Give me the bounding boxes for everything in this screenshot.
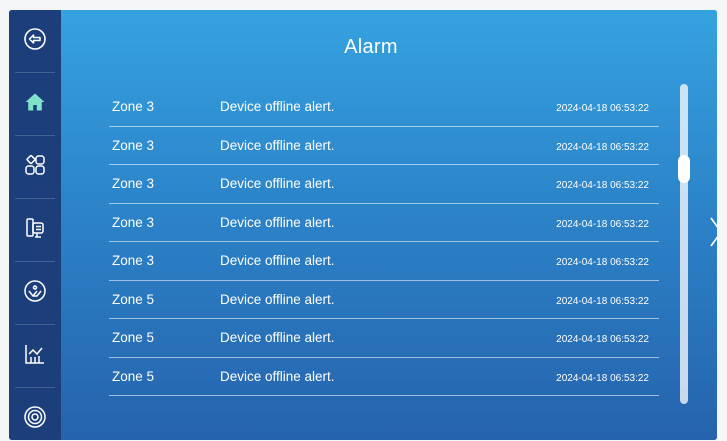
alarm-row[interactable]: Zone 3 Device offline alert. 2024-04-18 … <box>109 88 659 127</box>
sidebar-item-back[interactable] <box>9 10 61 72</box>
sidebar-item-settings[interactable] <box>9 388 61 440</box>
alarm-zone: Zone 3 <box>112 176 155 191</box>
alarm-zone: Zone 5 <box>112 291 155 307</box>
alarm-row[interactable]: Zone 3 Device offline alert. 2024-04-18 … <box>109 204 659 242</box>
back-icon <box>23 27 47 56</box>
alarm-message: Device offline alert. <box>220 99 335 114</box>
alarm-row[interactable]: Zone 3 Device offline alert. 2024-04-18 … <box>109 165 659 204</box>
scrollbar-track[interactable] <box>680 84 688 404</box>
alarm-zone: Zone 3 <box>112 214 155 230</box>
main-panel: Alarm Zone 3 Device offline alert. 2024-… <box>61 10 717 440</box>
alarm-zone: Zone 5 <box>112 368 155 384</box>
chevron-right-icon <box>708 217 717 253</box>
alarm-message: Device offline alert. <box>220 291 335 307</box>
alarm-message: Device offline alert. <box>220 214 335 230</box>
alarm-zone: Zone 3 <box>112 137 155 153</box>
app-window: Alarm Zone 3 Device offline alert. 2024-… <box>9 10 717 440</box>
apps-icon <box>23 153 47 182</box>
alarm-time: 2024-04-18 06:53:22 <box>556 334 649 345</box>
scrollbar-thumb[interactable] <box>678 155 690 183</box>
alarm-time: 2024-04-18 06:53:22 <box>556 372 649 384</box>
alarm-row[interactable]: Zone 3 Device offline alert. 2024-04-18 … <box>109 242 659 281</box>
alarm-message: Device offline alert. <box>220 330 335 345</box>
alarm-message: Device offline alert. <box>220 176 335 191</box>
alarm-zone: Zone 5 <box>112 330 155 345</box>
alarm-time: 2024-04-18 06:53:22 <box>556 295 649 307</box>
alarm-message: Device offline alert. <box>220 253 335 268</box>
sidebar-item-face[interactable] <box>9 262 61 324</box>
sidebar-item-apps[interactable] <box>9 136 61 198</box>
page-title: Alarm <box>344 36 398 58</box>
chart-icon <box>23 342 47 371</box>
alarm-list: Zone 3 Device offline alert. 2024-04-18 … <box>109 88 659 396</box>
alarm-zone: Zone 3 <box>112 99 155 114</box>
alarm-time: 2024-04-18 06:53:22 <box>556 257 649 268</box>
alarm-row[interactable]: Zone 5 Device offline alert. 2024-04-18 … <box>109 319 659 358</box>
alarm-time: 2024-04-18 06:53:22 <box>556 103 649 114</box>
alarm-message: Device offline alert. <box>220 368 335 384</box>
face-icon <box>23 279 47 308</box>
alarm-time: 2024-04-18 06:53:22 <box>556 141 649 153</box>
settings-icon <box>23 405 47 434</box>
alarm-time: 2024-04-18 06:53:22 <box>556 180 649 191</box>
sidebar <box>9 10 61 440</box>
alarm-row[interactable]: Zone 5 Device offline alert. 2024-04-18 … <box>109 358 659 396</box>
sidebar-item-chart[interactable] <box>9 325 61 387</box>
alarm-time: 2024-04-18 06:53:22 <box>556 218 649 230</box>
device-icon <box>23 216 47 245</box>
alarm-zone: Zone 3 <box>112 253 155 268</box>
alarm-row[interactable]: Zone 3 Device offline alert. 2024-04-18 … <box>109 127 659 165</box>
alarm-message: Device offline alert. <box>220 137 335 153</box>
sidebar-item-device[interactable] <box>9 199 61 261</box>
home-icon <box>23 90 47 119</box>
next-page-button[interactable] <box>708 215 717 249</box>
sidebar-item-home[interactable] <box>9 73 61 135</box>
alarm-row[interactable]: Zone 5 Device offline alert. 2024-04-18 … <box>109 281 659 319</box>
